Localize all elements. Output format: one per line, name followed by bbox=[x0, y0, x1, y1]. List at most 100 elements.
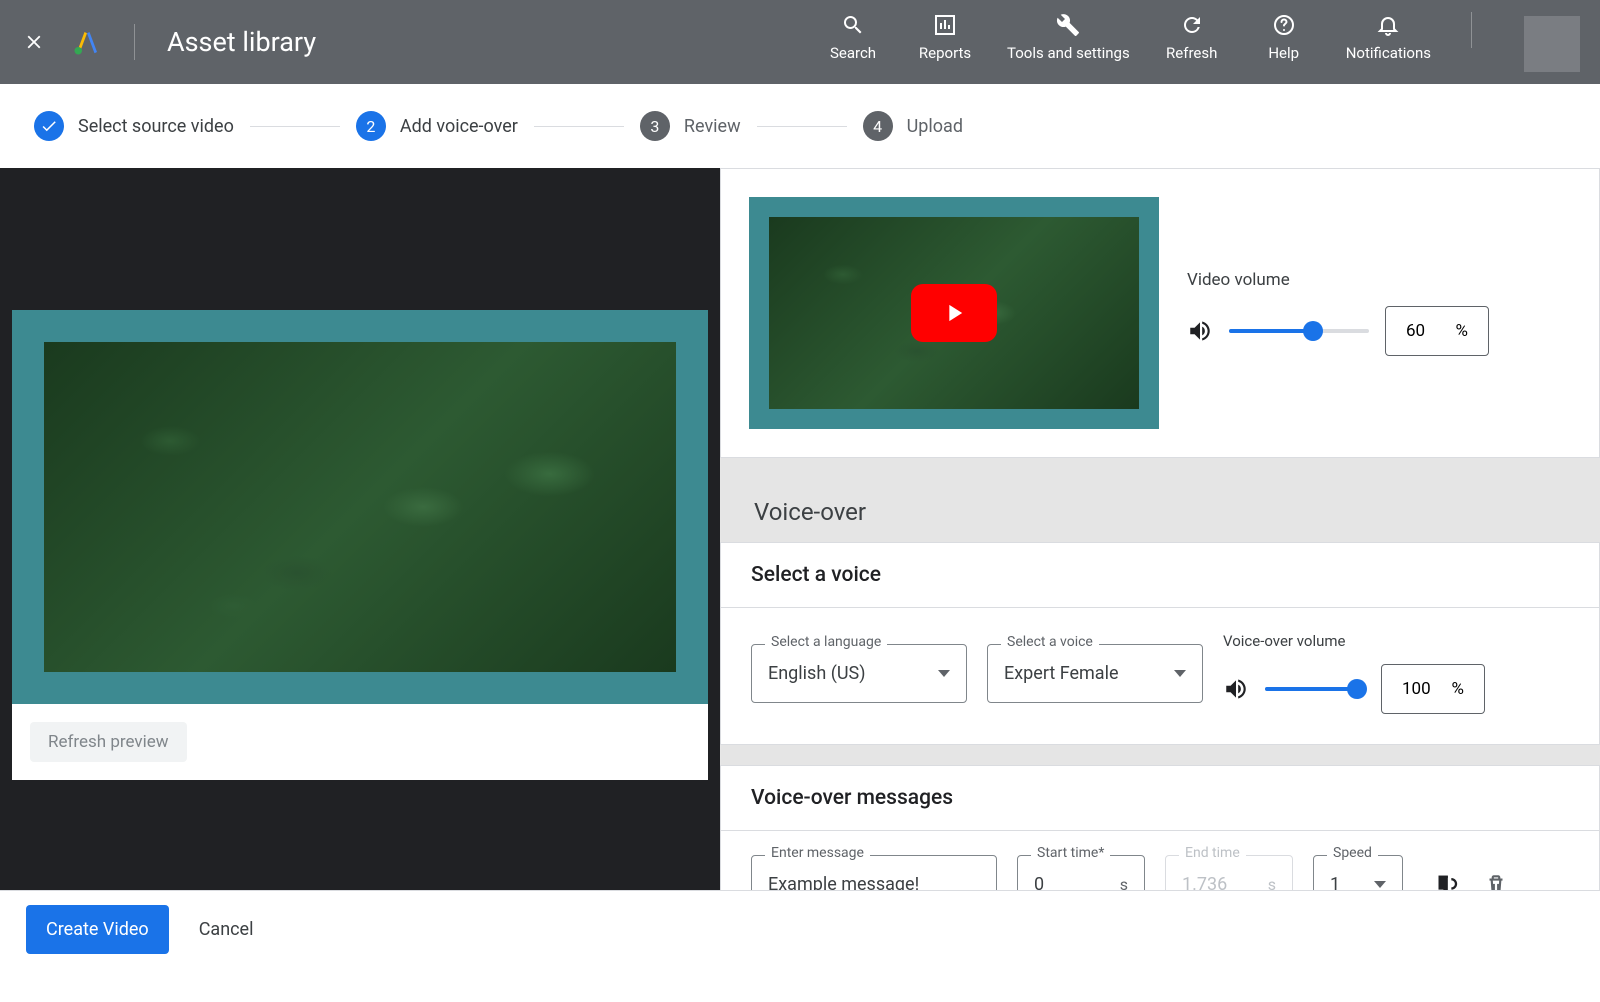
voiceover-section-title: Voice-over bbox=[720, 478, 1600, 542]
speed-field[interactable]: Speed 1 bbox=[1313, 855, 1403, 890]
check-icon bbox=[40, 117, 58, 135]
step-1-circle bbox=[34, 111, 64, 141]
refresh-preview-button[interactable]: Refresh preview bbox=[30, 722, 187, 762]
help-label: Help bbox=[1268, 44, 1299, 62]
step-upload[interactable]: 4 Upload bbox=[863, 111, 963, 141]
message-field[interactable]: Enter message Example message! bbox=[751, 855, 997, 890]
voiceover-messages-body: Enter message Example message! Start tim… bbox=[721, 831, 1599, 890]
search-label: Search bbox=[830, 44, 876, 62]
message-label: Enter message bbox=[765, 845, 870, 861]
cancel-button[interactable]: Cancel bbox=[199, 919, 254, 940]
start-time-field[interactable]: Start time* 0 s bbox=[1017, 855, 1145, 890]
delete-icon[interactable] bbox=[1483, 872, 1509, 891]
notifications-tool[interactable]: Notifications bbox=[1346, 12, 1431, 62]
refresh-label: Refresh bbox=[1166, 44, 1217, 62]
notifications-label: Notifications bbox=[1346, 44, 1431, 62]
text-to-speech-icon[interactable] bbox=[1435, 871, 1463, 891]
video-thumbnail-image bbox=[769, 217, 1139, 409]
create-video-button[interactable]: Create Video bbox=[26, 905, 169, 954]
preview-toolbar: Refresh preview bbox=[12, 704, 708, 780]
video-volume-value: 60 bbox=[1406, 321, 1425, 341]
step-2-circle: 2 bbox=[356, 111, 386, 141]
voiceover-volume-value: 100 bbox=[1402, 679, 1431, 699]
video-volume-card: Video volume 60 % bbox=[720, 168, 1600, 458]
voiceover-volume-label: Voice-over volume bbox=[1223, 632, 1485, 650]
header-left: Asset library bbox=[20, 24, 316, 60]
ads-logo-icon bbox=[72, 27, 102, 57]
step-1-label: Select source video bbox=[78, 116, 234, 137]
search-tool[interactable]: Search bbox=[823, 12, 883, 62]
avatar[interactable] bbox=[1524, 16, 1580, 72]
footer: Create Video Cancel bbox=[0, 890, 1600, 968]
step-2-label: Add voice-over bbox=[400, 116, 518, 137]
close-button[interactable] bbox=[20, 28, 48, 56]
reports-tool[interactable]: Reports bbox=[915, 12, 975, 62]
start-time-value: 0 bbox=[1034, 874, 1044, 890]
main-content: Refresh preview Video volume bbox=[0, 168, 1600, 890]
stepper: Select source video 2 Add voice-over 3 R… bbox=[0, 84, 1600, 168]
end-time-value: 1.736 bbox=[1182, 874, 1227, 890]
video-volume-label: Video volume bbox=[1187, 270, 1571, 290]
end-time-field: End time 1.736 s bbox=[1165, 855, 1293, 890]
video-volume-controls: Video volume 60 % bbox=[1187, 270, 1571, 356]
select-voice-card: Select a voice Select a language English… bbox=[720, 542, 1600, 745]
app-header: Asset library Search Reports Tools and s… bbox=[0, 0, 1600, 84]
speed-label: Speed bbox=[1327, 845, 1378, 861]
chevron-down-icon bbox=[938, 670, 950, 677]
voiceover-volume-slider[interactable] bbox=[1265, 687, 1365, 691]
step-select-source[interactable]: Select source video bbox=[34, 111, 234, 141]
language-field[interactable]: Select a language English (US) bbox=[751, 644, 967, 703]
step-3-label: Review bbox=[684, 116, 741, 137]
close-icon bbox=[23, 31, 45, 53]
header-divider-right bbox=[1471, 12, 1472, 48]
page-title: Asset library bbox=[167, 26, 316, 58]
step-4-label: Upload bbox=[907, 116, 963, 137]
video-volume-unit: % bbox=[1456, 321, 1468, 341]
step-line bbox=[757, 126, 847, 127]
step-3-circle: 3 bbox=[640, 111, 670, 141]
end-time-unit: s bbox=[1268, 875, 1276, 890]
bell-icon bbox=[1376, 13, 1400, 37]
voice-value: Expert Female bbox=[1004, 663, 1119, 684]
step-review[interactable]: 3 Review bbox=[640, 111, 741, 141]
google-ads-logo bbox=[72, 27, 102, 57]
header-tools: Search Reports Tools and settings Refres… bbox=[823, 0, 1580, 84]
tools-settings-tool[interactable]: Tools and settings bbox=[1007, 12, 1130, 62]
chevron-down-icon bbox=[1174, 670, 1186, 677]
header-divider bbox=[134, 24, 135, 60]
reports-label: Reports bbox=[919, 44, 971, 62]
video-thumbnail[interactable] bbox=[749, 197, 1159, 429]
reports-icon bbox=[933, 13, 957, 37]
message-actions bbox=[1435, 871, 1509, 891]
voiceover-messages-card: Voice-over messages Enter message Exampl… bbox=[720, 765, 1600, 890]
settings-panel: Video volume 60 % Voice-over Select a vo… bbox=[720, 168, 1600, 890]
volume-icon bbox=[1223, 676, 1249, 702]
select-voice-header: Select a voice bbox=[721, 543, 1599, 608]
video-volume-row: 60 % bbox=[1187, 306, 1571, 356]
language-label: Select a language bbox=[765, 634, 887, 650]
video-volume-slider[interactable] bbox=[1229, 329, 1369, 333]
help-icon bbox=[1272, 13, 1296, 37]
voiceover-volume-unit: % bbox=[1452, 679, 1464, 699]
wrench-icon bbox=[1056, 13, 1080, 37]
step-add-voiceover[interactable]: 2 Add voice-over bbox=[356, 111, 518, 141]
refresh-tool[interactable]: Refresh bbox=[1162, 12, 1222, 62]
play-icon bbox=[940, 299, 968, 327]
start-time-label: Start time* bbox=[1031, 845, 1110, 861]
voiceover-volume-input[interactable]: 100 % bbox=[1381, 664, 1485, 714]
voiceover-volume-section: Voice-over volume 100 % bbox=[1223, 632, 1485, 714]
chevron-down-icon bbox=[1374, 881, 1386, 888]
youtube-play-button[interactable] bbox=[911, 284, 997, 342]
voice-label: Select a voice bbox=[1001, 634, 1099, 650]
step-line bbox=[534, 126, 624, 127]
video-volume-input[interactable]: 60 % bbox=[1385, 306, 1489, 356]
step-4-circle: 4 bbox=[863, 111, 893, 141]
volume-icon bbox=[1187, 318, 1213, 344]
tools-label: Tools and settings bbox=[1007, 44, 1130, 62]
speed-value: 1 bbox=[1330, 874, 1340, 890]
step-line bbox=[250, 126, 340, 127]
preview-image bbox=[44, 342, 676, 672]
voice-field[interactable]: Select a voice Expert Female bbox=[987, 644, 1203, 703]
help-tool[interactable]: Help bbox=[1254, 12, 1314, 62]
select-voice-body: Select a language English (US) Select a … bbox=[721, 608, 1599, 744]
